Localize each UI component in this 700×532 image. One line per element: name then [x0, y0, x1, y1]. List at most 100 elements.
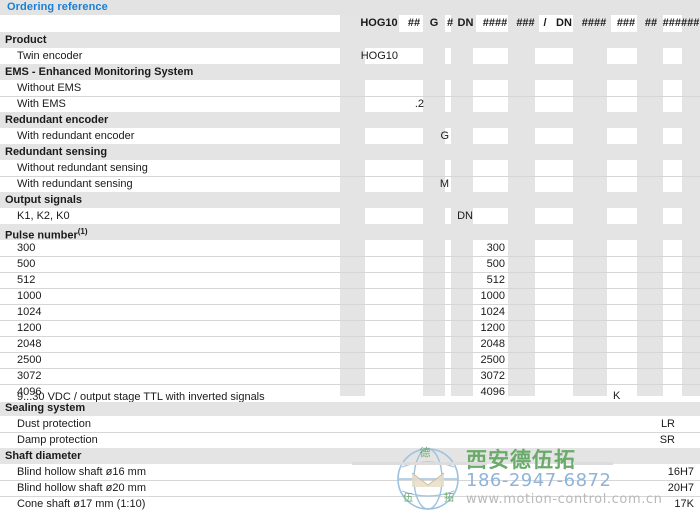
page-title-bar: Ordering reference	[0, 0, 700, 15]
table-row[interactable]: Cone shaft ø17 mm (1:10) 17K	[0, 496, 700, 512]
section-group-label: Shaft diameter	[5, 450, 82, 462]
option-code: 300	[486, 242, 505, 254]
page-title: Ordering reference	[7, 1, 108, 13]
row-separator	[0, 368, 700, 369]
option-label: 1200	[17, 322, 42, 334]
option-label: 1024	[17, 306, 42, 318]
code-header-cell: /	[543, 17, 547, 29]
section-group-label: Redundant sensing	[5, 146, 108, 158]
code-header-row: HOG10 ## G # DN #### ### / DN #### ### ## ######	[0, 15, 700, 32]
table-row[interactable]: K1, K2, K0 DN	[0, 208, 700, 224]
table-row[interactable]: 1200 1200	[0, 320, 700, 336]
option-label: Damp protection	[17, 434, 98, 446]
ordering-reference-page: Ordering reference HOG10 ## G # DN #### ### / DN…	[0, 0, 700, 532]
table-row[interactable]: Blind hollow shaft ø20 mm 20H7	[0, 480, 700, 496]
option-label: 2048	[17, 338, 42, 350]
option-code: 20H7	[667, 482, 694, 494]
table-row[interactable]: 512 512	[0, 272, 700, 288]
option-label: Twin encoder	[17, 50, 83, 62]
section-group-label: Output signals	[5, 194, 82, 206]
table-row[interactable]: 300 300	[0, 240, 700, 256]
option-label: Blind hollow shaft ø16 mm	[17, 466, 146, 478]
option-code: M	[439, 178, 449, 190]
table-row[interactable]: Damp protection SR	[0, 432, 700, 448]
table-row[interactable]: 2048 2048	[0, 336, 700, 352]
table-row[interactable]: With redundant encoder G	[0, 128, 700, 144]
option-code: DN	[457, 210, 473, 222]
section-group-header: Redundant encoder	[0, 112, 700, 128]
artifact-code: K	[613, 390, 621, 402]
option-label: With redundant sensing	[17, 178, 133, 190]
row-separator	[0, 384, 700, 385]
code-header-cell: ####	[581, 17, 607, 29]
section-group-label: EMS - Enhanced Monitoring System	[5, 66, 194, 78]
row-separator	[0, 336, 700, 337]
row-separator	[0, 432, 700, 433]
table-row[interactable]: 1024 1024	[0, 304, 700, 320]
row-separator	[0, 256, 700, 257]
option-label: Without redundant sensing	[17, 162, 148, 174]
table-row[interactable]: Without redundant sensing	[0, 160, 700, 176]
option-code: 1200	[480, 322, 505, 334]
code-header-cell: HOG10	[360, 17, 398, 29]
option-code: 1000	[480, 290, 505, 302]
table-row[interactable]: 1000 1000	[0, 288, 700, 304]
row-separator	[0, 352, 700, 353]
option-code: 512	[486, 274, 505, 286]
table-row[interactable]: 3072 3072	[0, 368, 700, 384]
option-code: .2	[414, 98, 424, 110]
option-code: 2048	[480, 338, 505, 350]
option-label: 512	[17, 274, 36, 286]
code-header-cell: ###	[516, 17, 535, 29]
option-label: 500	[17, 258, 36, 270]
option-label: 3072	[17, 370, 42, 382]
option-label: K1, K2, K0	[17, 210, 70, 222]
table-row[interactable]: With EMS .2	[0, 96, 700, 112]
page-band-right	[573, 462, 613, 465]
section-group-header: Sealing system	[0, 400, 700, 416]
row-separator	[0, 272, 700, 273]
row-separator	[0, 320, 700, 321]
footnote-marker: (1)	[77, 227, 88, 236]
code-header-cell: G	[429, 17, 439, 29]
section-group-header: Output signals	[0, 192, 700, 208]
option-code: HOG10	[360, 50, 398, 62]
option-label: 1000	[17, 290, 42, 302]
section-group-header: EMS - Enhanced Monitoring System	[0, 64, 700, 80]
table-row[interactable]: Blind hollow shaft ø16 mm 16H7	[0, 464, 700, 480]
code-header-cell: ##	[407, 17, 421, 29]
table-row[interactable]: With redundant sensing M	[0, 176, 700, 192]
option-label: 2500	[17, 354, 42, 366]
option-code: 16H7	[667, 466, 694, 478]
table-row[interactable]: Dust protection LR	[0, 416, 700, 432]
section-group-header: Pulse number(1)	[0, 224, 700, 242]
option-code: 500	[486, 258, 505, 270]
table-row[interactable]: Twin encoder HOG10	[0, 48, 700, 64]
code-header-cell: ###	[616, 17, 636, 29]
table-row[interactable]: 2500 2500	[0, 352, 700, 368]
option-code: 1024	[480, 306, 505, 318]
row-separator	[0, 96, 700, 97]
code-header-cell: ######	[662, 17, 700, 29]
option-code: SR	[659, 434, 675, 446]
row-separator	[0, 288, 700, 289]
section-group-header: Redundant sensing	[0, 144, 700, 160]
option-code: 17K	[674, 498, 694, 510]
code-header-cell: DN	[556, 17, 572, 29]
option-label: Cone shaft ø17 mm (1:10)	[17, 498, 146, 510]
section-group-label: Sealing system	[5, 402, 86, 414]
table-row[interactable]: 500 500	[0, 256, 700, 272]
page-band-left	[352, 462, 487, 465]
option-code: G	[440, 130, 449, 142]
option-label: Blind hollow shaft ø20 mm	[17, 482, 146, 494]
section-group-header: Product	[0, 32, 700, 48]
section-group-label: Redundant encoder	[5, 114, 109, 126]
row-separator	[0, 304, 700, 305]
artifact-label: 9...30 VDC / output stage TTL with inver…	[17, 391, 265, 402]
table-row[interactable]: Without EMS	[0, 80, 700, 96]
option-code: LR	[660, 418, 675, 430]
option-label: Without EMS	[17, 82, 82, 94]
section-group-label: Product	[5, 34, 47, 46]
option-label: Dust protection	[17, 418, 91, 430]
code-header-cell: DN	[457, 17, 474, 29]
